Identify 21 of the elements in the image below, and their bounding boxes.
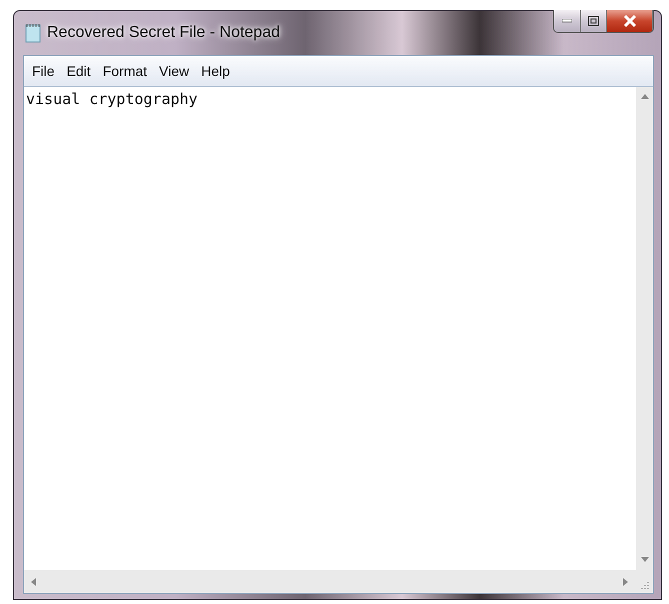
document-text[interactable]: visual cryptography (26, 90, 198, 108)
notepad-icon (25, 23, 41, 43)
maximize-button[interactable] (581, 10, 607, 32)
menu-item[interactable]: Help (195, 63, 236, 79)
vertical-scrollbar[interactable] (636, 87, 653, 570)
resize-grip-icon[interactable] (640, 581, 649, 590)
minimize-icon (562, 19, 572, 23)
close-button[interactable] (607, 10, 653, 32)
scroll-up-icon[interactable] (640, 93, 648, 101)
menu-item[interactable]: View (153, 63, 196, 79)
close-icon (622, 15, 636, 27)
minimize-button[interactable] (554, 10, 581, 32)
scroll-left-icon[interactable] (30, 578, 38, 586)
window-title: Recovered Secret File - Notepad (47, 24, 281, 42)
horizontal-scrollbar[interactable] (24, 570, 636, 593)
scroll-right-icon[interactable] (622, 578, 630, 586)
maximize-icon (588, 16, 599, 26)
menu-item[interactable]: Format (96, 63, 154, 79)
menu-item[interactable]: File (26, 63, 61, 79)
scroll-down-icon[interactable] (640, 556, 648, 564)
menu-item[interactable]: Edit (60, 63, 97, 79)
